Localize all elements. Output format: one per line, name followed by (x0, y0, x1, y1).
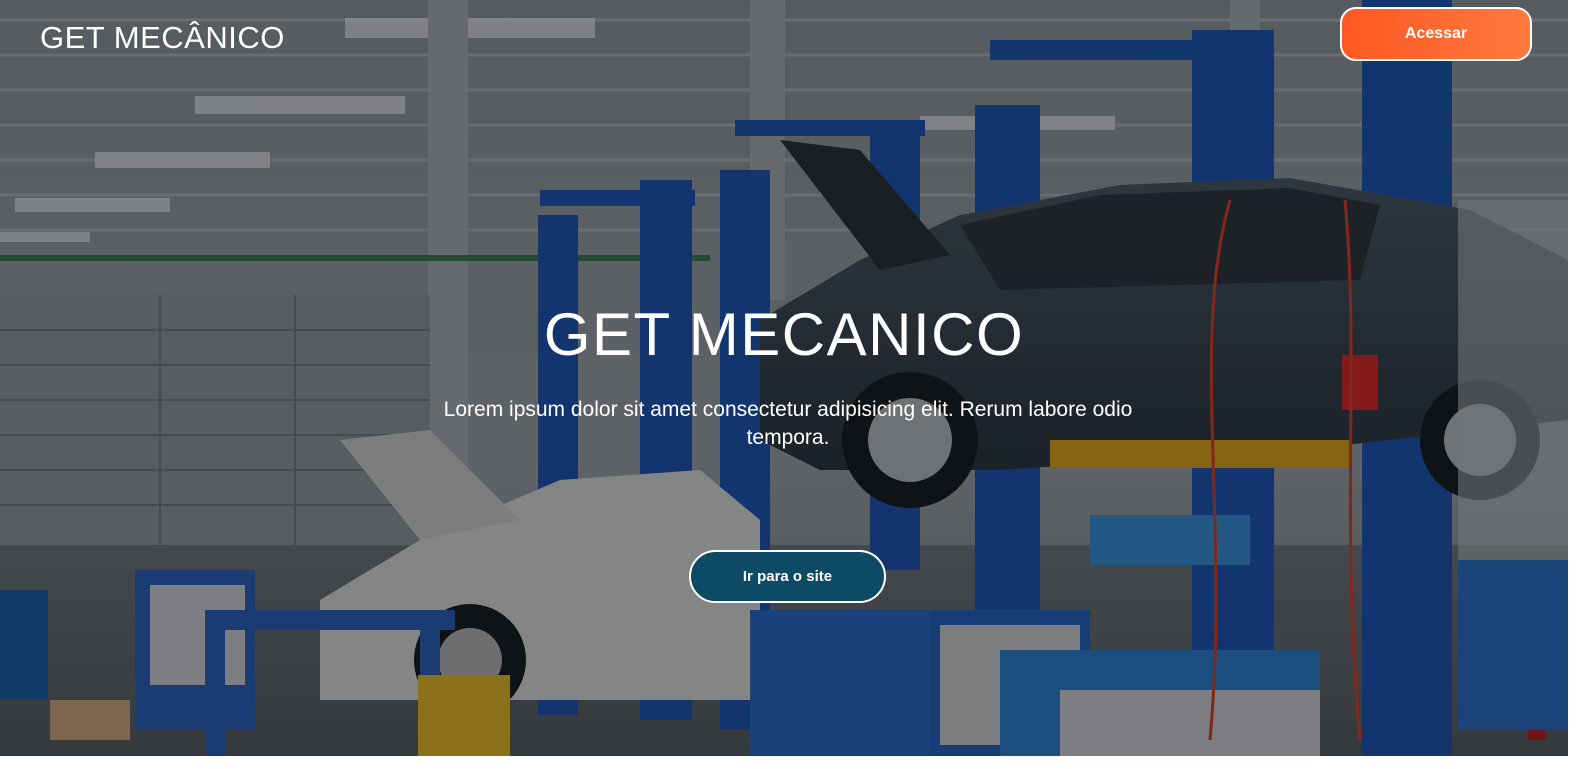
dark-overlay (0, 0, 1568, 756)
hero-section: GET MECÂNICO Acessar GET MECANICO Lorem … (0, 0, 1568, 756)
hero-subtitle: Lorem ipsum dolor sit amet consectetur a… (443, 398, 1133, 449)
login-button[interactable]: Acessar (1340, 7, 1532, 61)
brand-logo-text[interactable]: GET MECÂNICO (40, 20, 285, 56)
hero-title: GET MECANICO (543, 301, 1025, 368)
vertical-scrollbar[interactable] (1568, 0, 1592, 769)
go-to-site-button[interactable]: Ir para o site (689, 550, 886, 603)
page-bottom-edge (0, 756, 1568, 769)
